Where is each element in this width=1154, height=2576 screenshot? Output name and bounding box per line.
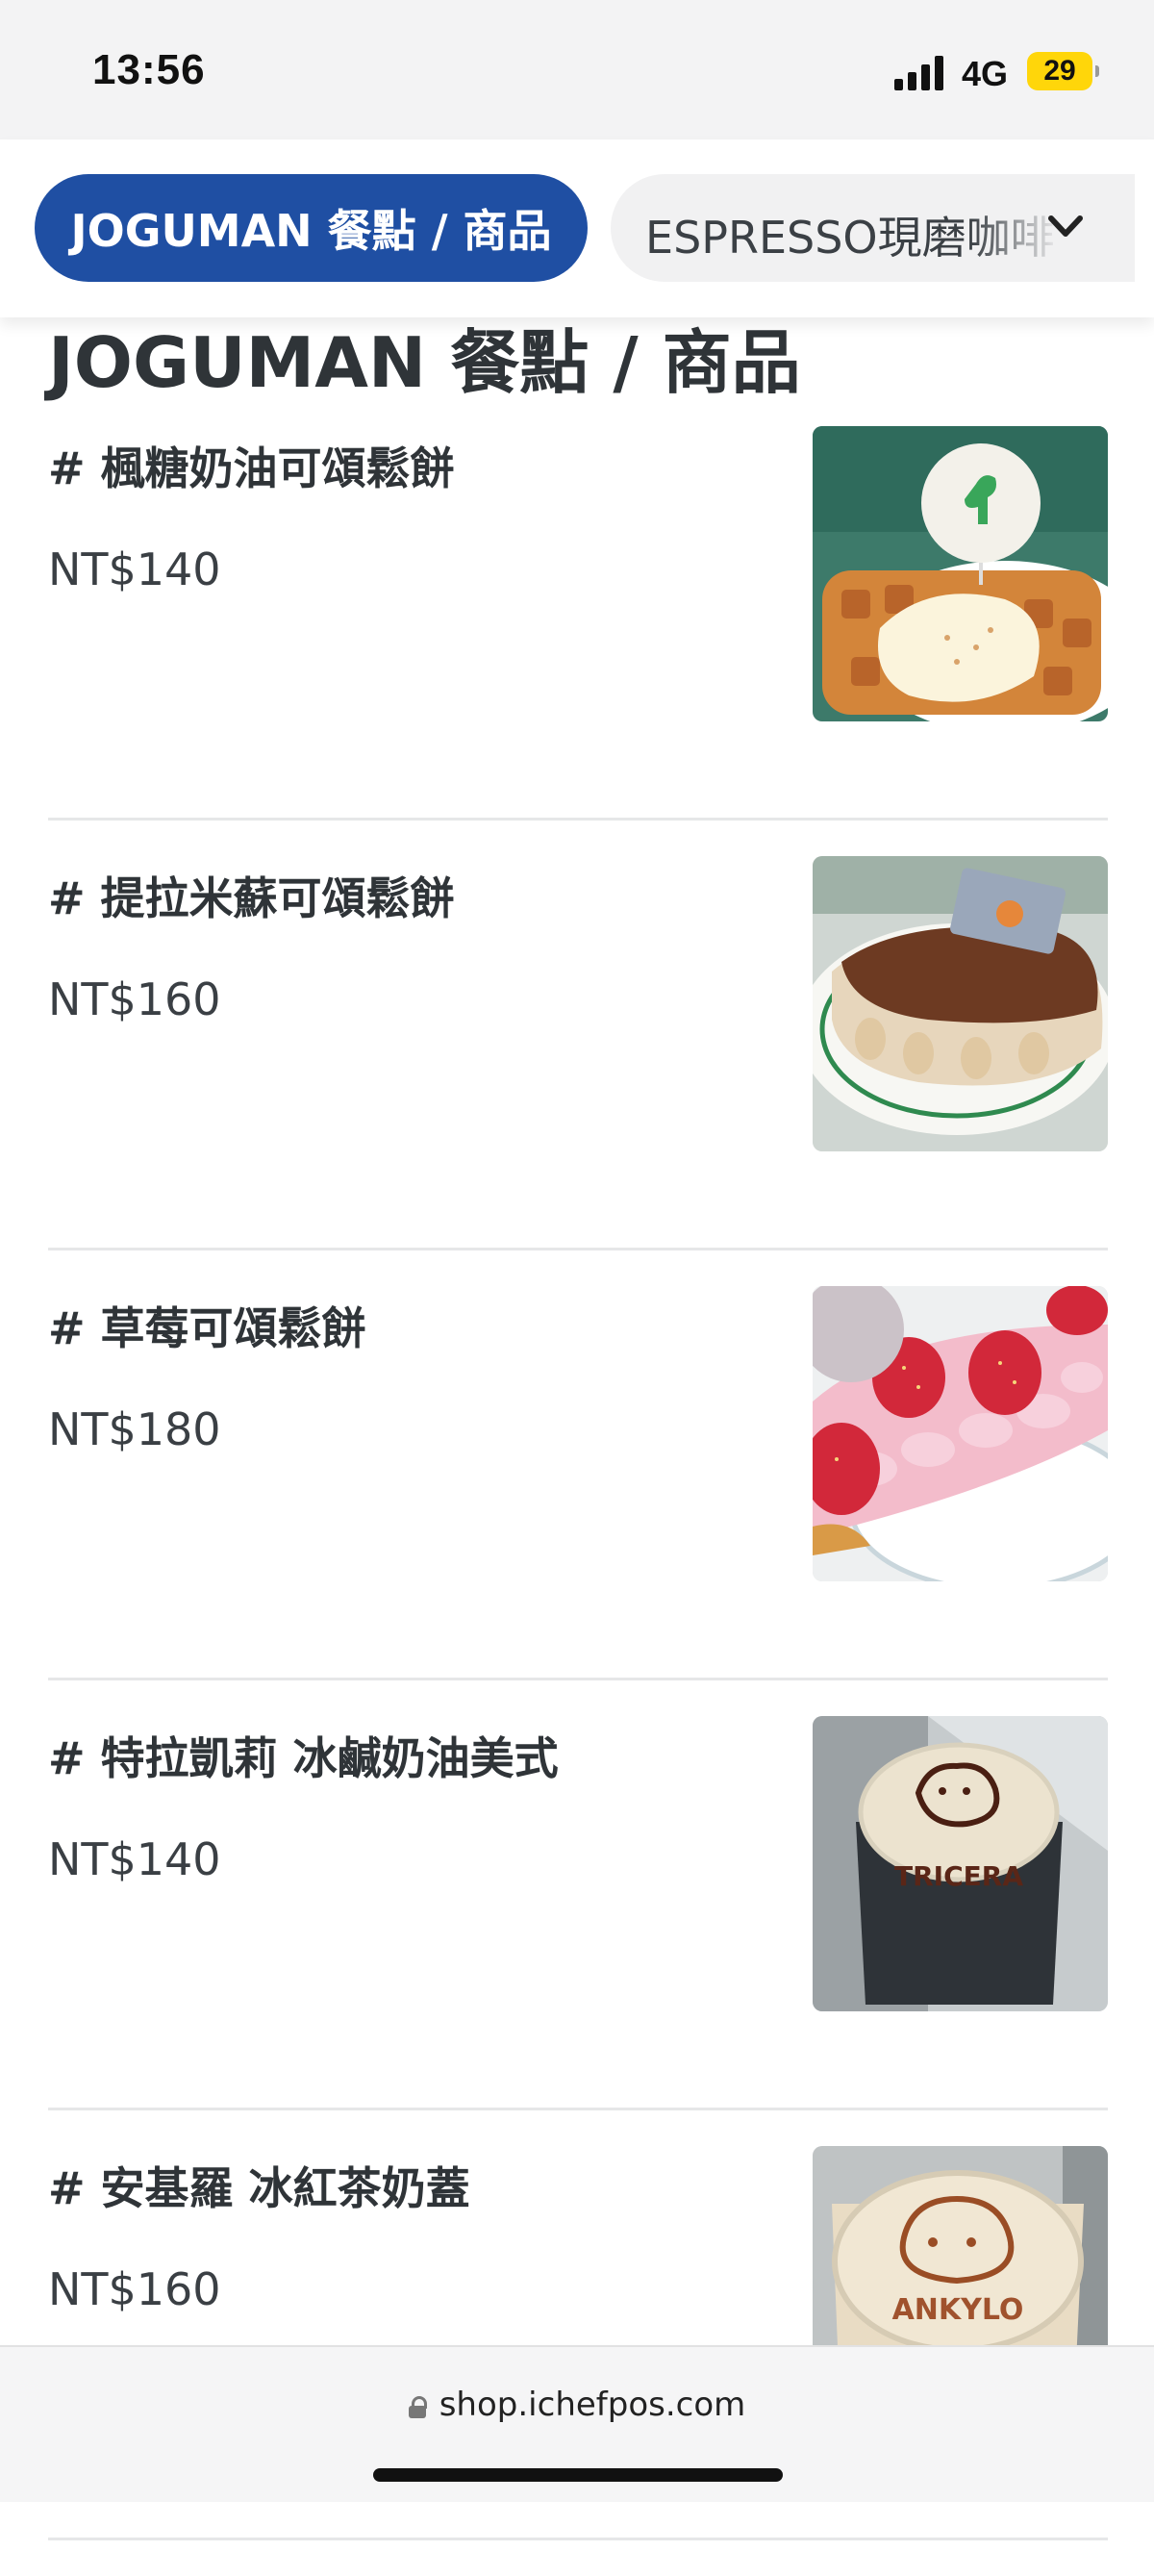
lock-icon	[408, 2396, 427, 2418]
section-title: JOGUMAN 餐點 / 商品	[48, 322, 801, 403]
divider	[48, 2108, 1108, 2110]
cellular-signal-icon	[894, 56, 948, 90]
image-text: ANKYLO	[892, 2293, 1024, 2327]
menu-item[interactable]: # 特拉凱莉 冰鹹奶油美式 NT$140 TRICERA	[0, 1716, 1154, 2146]
item-name: # 安基羅 冰紅茶奶蓋	[48, 2162, 470, 2214]
item-price: NT$180	[48, 1403, 221, 1455]
url-text: shop.ichefpos.com	[439, 2386, 746, 2424]
menu-item[interactable]: # 楓糖奶油可頌鬆餅 NT$140	[0, 426, 1154, 856]
item-price: NT$160	[48, 973, 221, 1025]
menu-list: # 楓糖奶油可頌鬆餅 NT$140 # 提拉米蘇可頌鬆餅 NT$160 # 草莓…	[0, 426, 1154, 2576]
status-bar: 13:56 4G 29	[0, 0, 1154, 139]
item-image-tricera-coffee[interactable]: TRICERA	[813, 1716, 1108, 2011]
item-name: # 楓糖奶油可頌鬆餅	[48, 442, 455, 494]
category-tab-espresso[interactable]: ESPRESSO現磨咖啡	[611, 174, 1135, 282]
category-nav: JOGUMAN 餐點 / 商品 ESPRESSO現磨咖啡	[0, 139, 1154, 317]
item-image-maple-waffle[interactable]	[813, 426, 1108, 721]
divider	[48, 1248, 1108, 1250]
item-name: # 草莓可頌鬆餅	[48, 1302, 366, 1354]
item-price: NT$140	[48, 1833, 221, 1885]
status-time: 13:56	[92, 46, 206, 93]
battery-icon: 29	[1027, 52, 1099, 90]
category-tab-joguman[interactable]: JOGUMAN 餐點 / 商品	[35, 174, 588, 282]
chevron-down-icon[interactable]	[1046, 213, 1085, 241]
menu-item[interactable]: # 提拉米蘇可頌鬆餅 NT$160	[0, 856, 1154, 1286]
item-name: # 特拉凱莉 冰鹹奶油美式	[48, 1732, 559, 1784]
divider	[48, 818, 1108, 821]
home-indicator[interactable]	[373, 2468, 783, 2482]
image-text: TRICERA	[894, 1860, 1023, 1892]
item-image-tiramisu-waffle[interactable]	[813, 856, 1108, 1151]
item-image-strawberry-waffle[interactable]	[813, 1286, 1108, 1581]
menu-item[interactable]: # 草莓可頌鬆餅 NT$180	[0, 1286, 1154, 1716]
item-price: NT$140	[48, 543, 221, 595]
divider	[48, 2538, 1108, 2540]
divider	[48, 1678, 1108, 1680]
network-type: 4G	[962, 54, 1009, 93]
item-price: NT$160	[48, 2263, 221, 2315]
url-display[interactable]: shop.ichefpos.com	[0, 2386, 1154, 2424]
browser-address-bar[interactable]: shop.ichefpos.com	[0, 2345, 1154, 2502]
item-name: # 提拉米蘇可頌鬆餅	[48, 872, 455, 924]
